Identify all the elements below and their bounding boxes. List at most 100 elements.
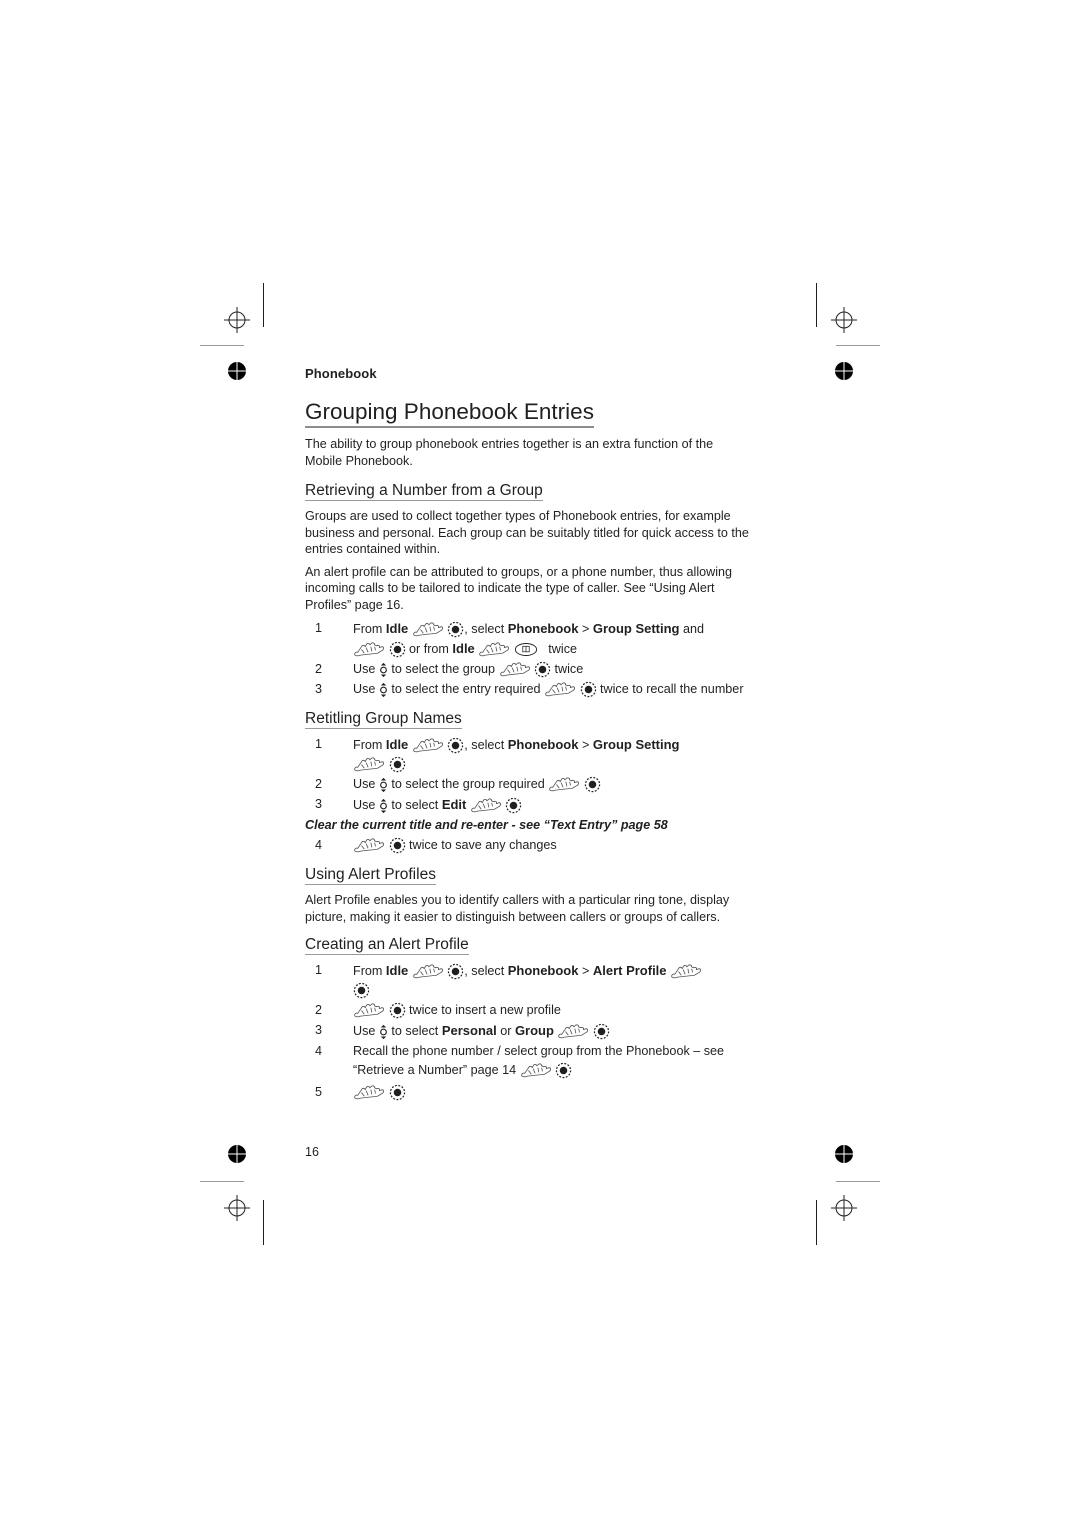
menu-label: Group Setting bbox=[592, 737, 680, 752]
registration-dot-icon bbox=[835, 362, 853, 380]
registration-mark-icon bbox=[831, 1195, 857, 1221]
ok-key-icon bbox=[389, 1002, 406, 1019]
menu-label: Phonebook bbox=[507, 621, 579, 636]
nav-up-down-icon bbox=[379, 798, 388, 814]
hand-press-icon bbox=[353, 838, 385, 853]
ok-key-icon bbox=[555, 1062, 572, 1079]
registration-mark-icon bbox=[831, 307, 857, 333]
step-item: 4 twice to save any changes bbox=[305, 836, 750, 855]
hand-press-icon bbox=[412, 964, 444, 979]
section-using-alert-profiles: Using Alert Profiles Alert Profile enabl… bbox=[305, 865, 750, 925]
ok-key-icon bbox=[353, 982, 370, 999]
ok-key-icon bbox=[447, 621, 464, 638]
registration-mark-icon bbox=[224, 307, 250, 333]
hand-press-icon bbox=[557, 1024, 589, 1039]
crop-mark-bottom-left-vertical bbox=[263, 1200, 264, 1245]
menu-label: Phonebook bbox=[507, 737, 579, 752]
hand-press-icon bbox=[470, 798, 502, 813]
registration-dot-icon bbox=[835, 1145, 853, 1163]
page-number: 16 bbox=[305, 1145, 320, 1159]
step-item: 2 Use to select the group twice bbox=[305, 660, 750, 679]
registration-mark-icon bbox=[224, 1195, 250, 1221]
step-item: 3 Use to select the entry required twice… bbox=[305, 680, 750, 699]
ok-key-icon bbox=[389, 1084, 406, 1101]
section-heading: Using Alert Profiles bbox=[305, 866, 436, 885]
section-heading: Retrieving a Number from a Group bbox=[305, 482, 543, 501]
menu-label: Group Setting bbox=[592, 621, 680, 636]
note-text: Clear the current title and re-enter - s… bbox=[305, 818, 668, 832]
step-item: 1 From Idle , select Phonebook > Alert P… bbox=[305, 961, 750, 1000]
crop-mark-bottom-left-horizontal bbox=[200, 1181, 244, 1182]
key-label: Idle bbox=[385, 963, 409, 978]
hand-press-icon bbox=[520, 1063, 552, 1078]
steps-list: 1 From Idle , select Phonebook > Group S… bbox=[305, 619, 750, 699]
crop-mark-bottom-right-horizontal bbox=[836, 1181, 880, 1182]
menu-label: Phonebook bbox=[507, 963, 579, 978]
section-creating-alert-profile: Creating an Alert Profile 1 From Idle , … bbox=[305, 935, 750, 1102]
key-label: Idle bbox=[385, 621, 409, 636]
ok-key-icon bbox=[580, 681, 597, 698]
ok-key-icon bbox=[389, 837, 406, 854]
crop-mark-top-right-horizontal bbox=[836, 345, 880, 346]
nav-up-down-icon bbox=[379, 682, 388, 698]
hand-press-icon bbox=[499, 662, 531, 677]
crop-mark-top-right-vertical bbox=[816, 283, 817, 327]
menu-label: Edit bbox=[441, 797, 467, 812]
page-content: Phonebook Grouping Phonebook Entries The… bbox=[305, 366, 750, 1103]
menu-label: Personal bbox=[441, 1023, 497, 1038]
section-retrieving: Retrieving a Number from a Group Groups … bbox=[305, 481, 750, 699]
hand-press-icon bbox=[544, 682, 576, 697]
steps-list: 4 twice to save any changes bbox=[305, 836, 750, 855]
crop-mark-bottom-right-vertical bbox=[816, 1200, 817, 1245]
paragraph: An alert profile can be attributed to gr… bbox=[305, 564, 733, 612]
intro-paragraph: The ability to group phonebook entries t… bbox=[305, 437, 714, 468]
page-title: Grouping Phonebook Entries bbox=[305, 399, 594, 428]
section-heading: Creating an Alert Profile bbox=[305, 936, 469, 955]
step-number: 4 bbox=[315, 838, 323, 852]
step-item: 3 Use to select Personal or Group bbox=[305, 1021, 750, 1041]
section-heading: Retitling Group Names bbox=[305, 710, 462, 729]
menu-label: Group bbox=[514, 1023, 554, 1038]
step-number: 5 bbox=[315, 1085, 323, 1099]
step-number: 3 bbox=[315, 797, 323, 811]
paragraph: Groups are used to collect together type… bbox=[305, 509, 749, 556]
step-item: 1 From Idle , select Phonebook > Group S… bbox=[305, 619, 750, 659]
step-number: 4 bbox=[315, 1044, 323, 1058]
ok-key-icon bbox=[505, 797, 522, 814]
hand-press-icon bbox=[548, 777, 580, 792]
menu-label: Alert Profile bbox=[592, 963, 667, 978]
ok-key-icon bbox=[447, 737, 464, 754]
hand-press-icon bbox=[412, 738, 444, 753]
nav-up-down-icon bbox=[379, 662, 388, 678]
nav-up-down-icon bbox=[379, 777, 388, 793]
ok-key-icon bbox=[534, 661, 551, 678]
nav-up-down-icon bbox=[379, 1024, 388, 1040]
ok-key-icon bbox=[584, 776, 601, 793]
hand-press-icon bbox=[353, 757, 385, 772]
hand-press-icon bbox=[353, 642, 385, 657]
ok-key-icon bbox=[593, 1023, 610, 1040]
ok-key-icon bbox=[447, 963, 464, 980]
key-label: Idle bbox=[385, 737, 409, 752]
steps-list: 1 From Idle , select Phonebook > Group S… bbox=[305, 735, 750, 815]
hand-press-icon bbox=[412, 622, 444, 637]
ok-key-icon bbox=[389, 756, 406, 773]
steps-list: 1 From Idle , select Phonebook > Alert P… bbox=[305, 961, 750, 1102]
step-number: 1 bbox=[315, 737, 323, 751]
step-item: 2 twice to insert a new profile bbox=[305, 1001, 750, 1020]
registration-dot-icon bbox=[228, 1145, 246, 1163]
crop-mark-top-left-horizontal bbox=[200, 345, 244, 346]
crop-mark-top-left-vertical bbox=[263, 283, 264, 327]
step-number: 2 bbox=[315, 777, 323, 791]
running-head: Phonebook bbox=[305, 366, 377, 381]
hand-press-icon bbox=[353, 1003, 385, 1018]
step-number: 2 bbox=[315, 1003, 323, 1017]
hand-press-icon bbox=[670, 964, 702, 979]
step-item: 2 Use to select the group required bbox=[305, 775, 750, 794]
step-number: 2 bbox=[315, 662, 323, 676]
hand-press-icon bbox=[478, 642, 510, 657]
step-number: 1 bbox=[315, 621, 323, 635]
ok-key-icon bbox=[389, 641, 406, 658]
key-label: Idle bbox=[452, 641, 475, 656]
step-item: 1 From Idle , select Phonebook > Group S… bbox=[305, 735, 750, 774]
